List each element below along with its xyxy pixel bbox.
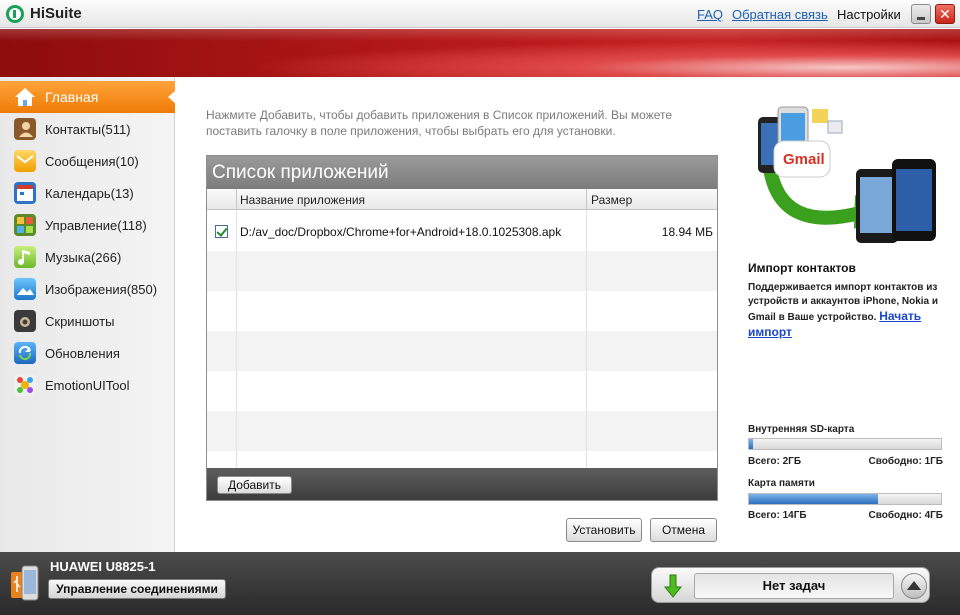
column-header-name[interactable]: Название приложения	[240, 193, 365, 207]
table-row	[207, 411, 717, 451]
table-body: D:/av_doc/Dropbox/Chrome+for+Android+18.…	[207, 211, 717, 468]
table-row	[207, 451, 717, 468]
screenshot-icon	[14, 310, 36, 332]
import-title: Импорт контактов	[748, 261, 856, 275]
sidebar-item-label: Главная	[45, 89, 99, 105]
card-storage-total: Всего: 14ГБ	[748, 510, 807, 521]
card-storage-fill	[749, 494, 878, 504]
sidebar: Главная Контакты(511) Сообщения(10) Кале…	[0, 77, 176, 552]
settings-menu[interactable]: Настройки	[837, 7, 901, 22]
column-header-size[interactable]: Размер	[591, 193, 632, 207]
sidebar-item-label: Управление(118)	[45, 218, 147, 233]
sidebar-item-messages[interactable]: Сообщения(10)	[0, 145, 175, 177]
internal-storage-label: Внутренняя SD-карта	[748, 424, 855, 435]
table-row	[207, 291, 717, 331]
sidebar-item-calendar[interactable]: Календарь(13)	[0, 177, 175, 209]
internal-storage-fill	[749, 439, 753, 449]
expand-up-icon[interactable]	[901, 573, 927, 599]
table-row[interactable]: D:/av_doc/Dropbox/Chrome+for+Android+18.…	[207, 211, 717, 251]
sidebar-item-label: Календарь(13)	[45, 186, 134, 201]
sidebar-item-images[interactable]: Изображения(850)	[0, 273, 175, 305]
task-panel: Нет задач	[651, 567, 930, 603]
panel-title: Список приложений	[212, 162, 389, 183]
minimize-button[interactable]	[911, 4, 931, 24]
music-icon	[14, 246, 36, 268]
intro-text: Нажмите Добавить, чтобы добавить приложе…	[206, 108, 673, 138]
emotion-ui-icon	[14, 374, 36, 396]
column-divider	[586, 189, 587, 210]
sidebar-item-apps[interactable]: Управление(118)	[0, 209, 175, 241]
apps-icon	[14, 214, 36, 236]
gmail-logo-text: Gmail	[783, 151, 825, 168]
card-storage-bar	[748, 493, 942, 505]
phone-usb-icon	[9, 564, 39, 602]
feedback-link[interactable]: Обратная связь	[732, 7, 828, 22]
title-bar: HiSuite FAQ Обратная связь Настройки ✕	[0, 0, 960, 28]
internal-storage-bar	[748, 438, 942, 450]
sidebar-item-screenshots[interactable]: Скриншоты	[0, 305, 175, 337]
sidebar-item-label: Изображения(850)	[45, 282, 158, 297]
header-banner	[0, 29, 960, 77]
device-name: HUAWEI U8825-1	[50, 559, 156, 574]
right-panel: Gmail Импорт контактов Поддерживается им…	[742, 77, 960, 552]
table-row	[207, 251, 717, 291]
sidebar-item-label: Скриншоты	[45, 314, 115, 329]
task-status: Нет задач	[694, 573, 894, 599]
column-divider	[236, 189, 237, 210]
sidebar-item-contacts[interactable]: Контакты(511)	[0, 113, 175, 145]
calendar-icon	[14, 182, 36, 204]
sidebar-item-emotionui[interactable]: EmotionUITool	[0, 369, 175, 401]
home-icon	[14, 86, 36, 108]
faq-link[interactable]: FAQ	[697, 7, 723, 22]
cancel-button[interactable]: Отмена	[650, 518, 717, 542]
table-row	[207, 331, 717, 371]
panel-header: Список приложений	[207, 156, 717, 189]
images-icon	[14, 278, 36, 300]
sidebar-item-label: Музыка(266)	[45, 250, 122, 265]
install-button[interactable]: Установить	[566, 518, 642, 542]
close-button[interactable]: ✕	[935, 4, 955, 24]
app-size-cell: 18.94 МБ	[661, 225, 713, 239]
internal-storage-total: Всего: 2ГБ	[748, 456, 802, 467]
app-list-panel: Список приложений Название приложения Ра…	[206, 155, 718, 501]
sidebar-item-label: Сообщения(10)	[45, 154, 139, 169]
manage-connections-button[interactable]: Управление соединениями	[48, 579, 226, 599]
updates-icon	[14, 342, 36, 364]
card-storage-label: Карта памяти	[748, 478, 815, 489]
table-header: Название приложения Размер	[207, 189, 717, 210]
import-contacts-illustration: Gmail	[750, 83, 950, 253]
table-row	[207, 371, 717, 411]
app-name-cell: D:/av_doc/Dropbox/Chrome+for+Android+18.…	[240, 225, 562, 239]
sidebar-item-updates[interactable]: Обновления	[0, 337, 175, 369]
sidebar-item-label: Контакты(511)	[45, 122, 131, 137]
hisuite-logo-icon	[6, 5, 24, 23]
app-title: HiSuite	[30, 5, 82, 22]
status-bar: HUAWEI U8825-1 Управление соединениями Н…	[0, 552, 960, 615]
import-description: Поддерживается импорт контактов из устро…	[748, 281, 944, 341]
sidebar-item-music[interactable]: Музыка(266)	[0, 241, 175, 273]
internal-storage-free: Свободно: 1ГБ	[868, 456, 943, 467]
contacts-icon	[14, 118, 36, 140]
sidebar-item-label: Обновления	[45, 346, 120, 361]
messages-icon	[14, 150, 36, 172]
sidebar-item-home[interactable]: Главная	[0, 81, 176, 113]
row-checkbox[interactable]	[215, 225, 228, 238]
panel-footer: Добавить	[207, 468, 717, 500]
download-arrow-icon[interactable]	[661, 573, 685, 599]
add-button[interactable]: Добавить	[217, 476, 292, 494]
column-line	[586, 211, 587, 468]
column-line	[236, 211, 237, 468]
card-storage-free: Свободно: 4ГБ	[868, 510, 943, 521]
sidebar-item-label: EmotionUITool	[45, 378, 130, 393]
